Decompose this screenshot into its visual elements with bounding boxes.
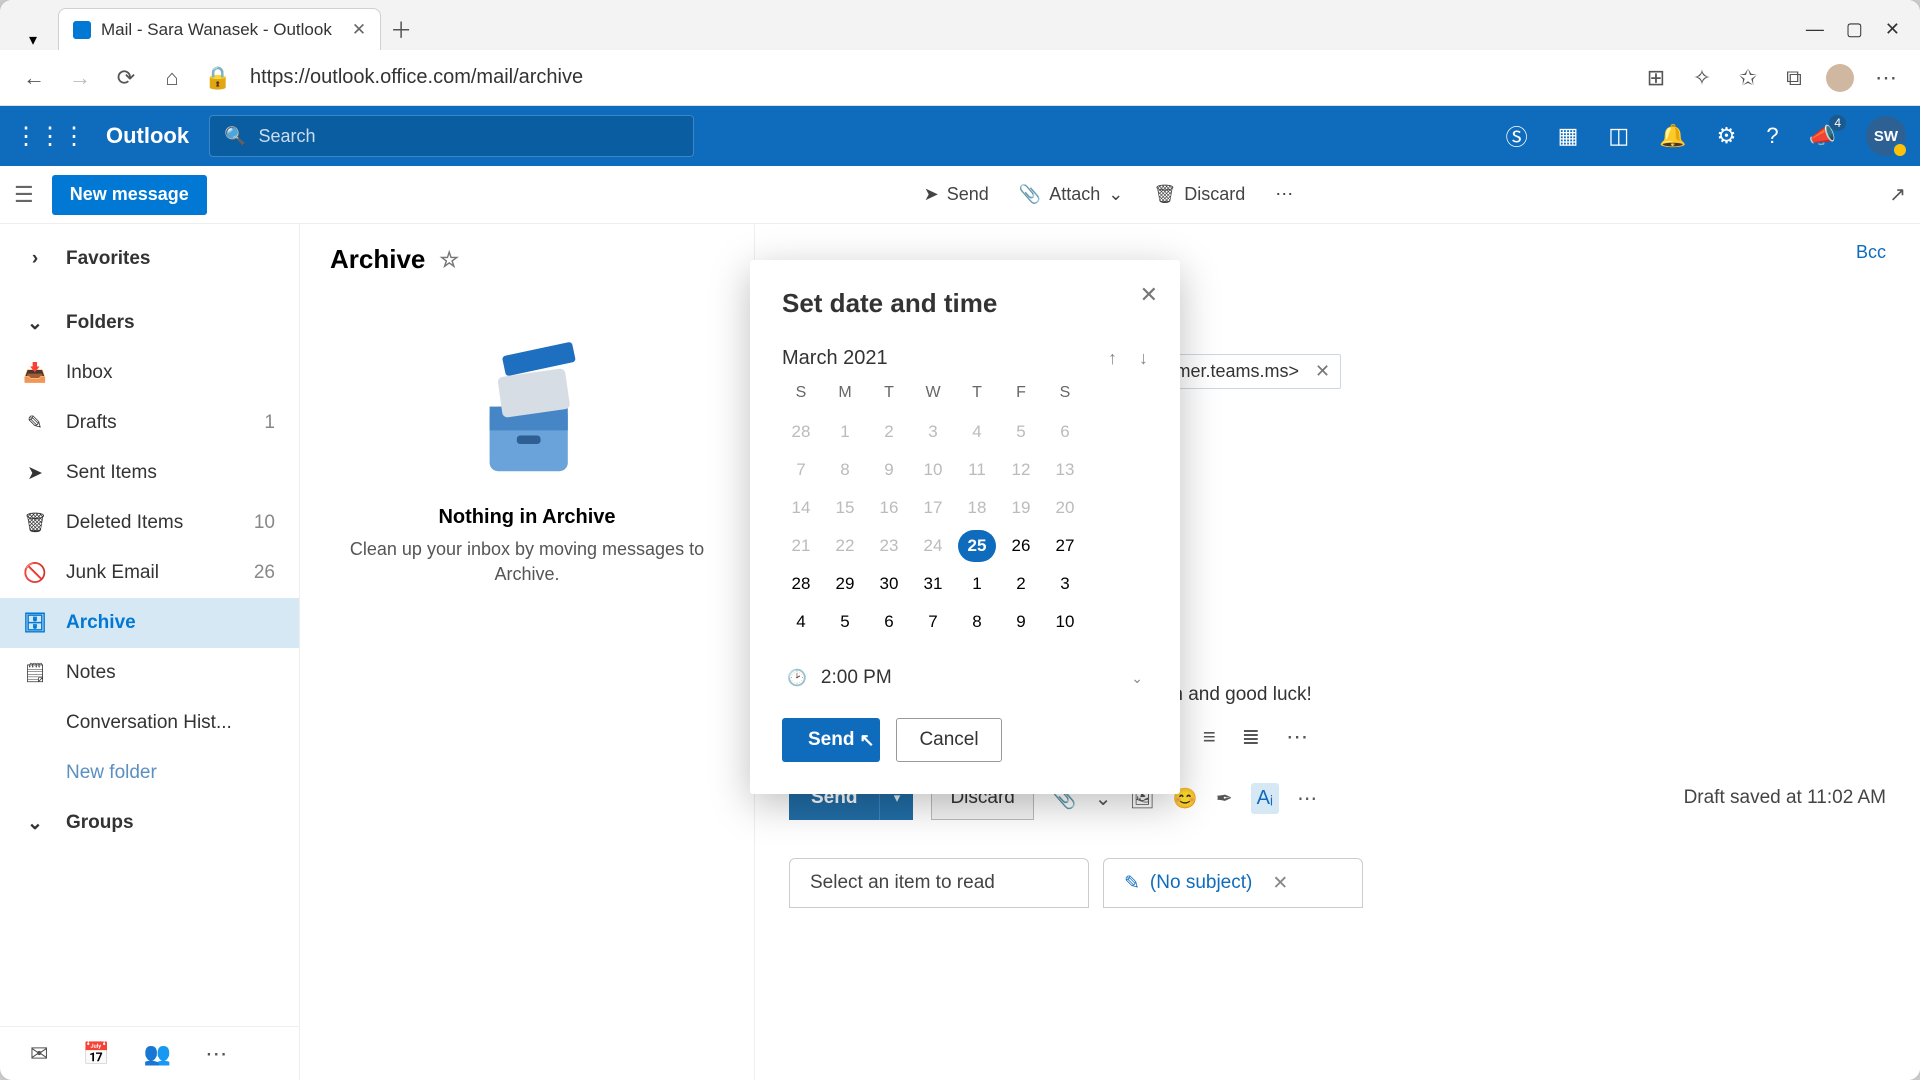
calendar-day: 24 [914,530,952,562]
dialog-title: Set date and time [782,288,1148,319]
dialog-send-button[interactable]: Send ↖ [782,718,880,762]
calendar-day: 16 [870,492,908,524]
dow-label: W [914,384,952,410]
dow-label: S [782,384,820,410]
calendar-day: 17 [914,492,952,524]
calendar-day[interactable]: 1 [958,568,996,600]
calendar-day[interactable]: 6 [870,606,908,638]
calendar-day: 11 [958,454,996,486]
dow-label: T [958,384,996,410]
calendar-day: 20 [1046,492,1084,524]
calendar-day: 22 [826,530,864,562]
cursor-icon: ↖ [859,730,874,751]
close-dialog-icon[interactable]: ✕ [1140,282,1158,308]
dow-label: T [870,384,908,410]
calendar-day: 21 [782,530,820,562]
calendar-day: 28 [782,416,820,448]
calendar-month-label: March 2021 [782,347,888,370]
calendar-day: 15 [826,492,864,524]
calendar-day: 23 [870,530,908,562]
calendar-day: 10 [914,454,952,486]
calendar-day: 5 [1002,416,1040,448]
calendar-day: 12 [1002,454,1040,486]
prev-month-icon[interactable]: ↑ [1108,348,1117,369]
calendar-day: 3 [914,416,952,448]
calendar-grid: SMTWTFS281234567891011121314151617181920… [782,384,1148,638]
next-month-icon[interactable]: ↓ [1139,348,1148,369]
calendar-day[interactable]: 9 [1002,606,1040,638]
calendar-day: 13 [1046,454,1084,486]
calendar-day[interactable]: 27 [1046,530,1084,562]
clock-icon: 🕑 [787,668,807,688]
calendar-day[interactable]: 2 [1002,568,1040,600]
calendar-day: 9 [870,454,908,486]
calendar-day[interactable]: 29 [826,568,864,600]
dow-label: M [826,384,864,410]
time-picker[interactable]: 🕑 2:00 PM ⌄ [782,660,1148,696]
set-date-time-dialog: Set date and time ✕ March 2021 ↑ ↓ SMTWT… [750,260,1180,794]
calendar-day[interactable]: 4 [782,606,820,638]
calendar-day[interactable]: 31 [914,568,952,600]
dow-label: F [1002,384,1040,410]
calendar-day[interactable]: 25 [958,530,996,562]
calendar-day: 18 [958,492,996,524]
calendar-day[interactable]: 5 [826,606,864,638]
chevron-down-icon: ⌄ [1131,670,1143,687]
calendar-day[interactable]: 26 [1002,530,1040,562]
calendar-day: 6 [1046,416,1084,448]
calendar-day[interactable]: 30 [870,568,908,600]
calendar-day: 1 [826,416,864,448]
calendar-day[interactable]: 10 [1046,606,1084,638]
calendar-day: 2 [870,416,908,448]
calendar-day[interactable]: 7 [914,606,952,638]
calendar-day: 4 [958,416,996,448]
time-value: 2:00 PM [821,667,892,689]
dow-label: S [1046,384,1084,410]
calendar-day: 14 [782,492,820,524]
calendar-day: 7 [782,454,820,486]
calendar-day[interactable]: 28 [782,568,820,600]
calendar-day: 8 [826,454,864,486]
dialog-cancel-button[interactable]: Cancel [896,718,1001,762]
calendar-day: 19 [1002,492,1040,524]
calendar-day[interactable]: 8 [958,606,996,638]
calendar-day[interactable]: 3 [1046,568,1084,600]
browser-window: ▾ Mail - Sara Wanasek - Outlook ✕ ＋ ― ▢ … [0,0,1920,1080]
